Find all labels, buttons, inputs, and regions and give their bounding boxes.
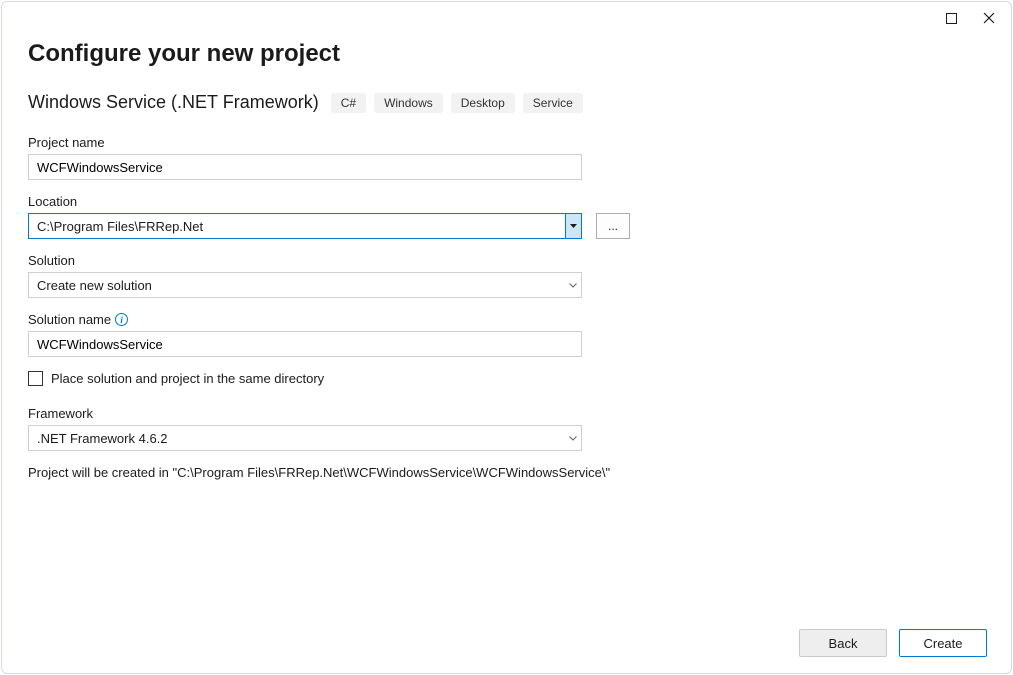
content-area: Configure your new project Windows Servi… bbox=[2, 36, 1011, 673]
framework-combo[interactable]: .NET Framework 4.6.2 bbox=[28, 425, 582, 451]
solution-name-label: Solution name i bbox=[28, 312, 985, 327]
close-button[interactable] bbox=[981, 10, 997, 26]
tag-desktop: Desktop bbox=[451, 93, 515, 113]
subheader: Windows Service (.NET Framework) C# Wind… bbox=[28, 92, 985, 113]
location-value: C:\Program Files\FRRep.Net bbox=[29, 219, 565, 234]
solution-group: Solution Create new solution bbox=[28, 253, 985, 298]
location-combo[interactable]: C:\Program Files\FRRep.Net bbox=[28, 213, 582, 239]
solution-combo[interactable]: Create new solution bbox=[28, 272, 582, 298]
solution-value: Create new solution bbox=[29, 278, 565, 293]
solution-name-group: Solution name i bbox=[28, 312, 985, 357]
maximize-button[interactable] bbox=[943, 10, 959, 26]
location-dropdown-button[interactable] bbox=[565, 214, 581, 238]
solution-name-label-text: Solution name bbox=[28, 312, 111, 327]
back-button[interactable]: Back bbox=[799, 629, 887, 657]
chevron-down-icon bbox=[569, 436, 577, 441]
page-title: Configure your new project bbox=[28, 40, 985, 68]
tag-service: Service bbox=[523, 93, 583, 113]
maximize-icon bbox=[946, 13, 957, 24]
template-tags: C# Windows Desktop Service bbox=[331, 93, 583, 113]
create-button[interactable]: Create bbox=[899, 629, 987, 657]
solution-name-input[interactable] bbox=[28, 331, 582, 357]
framework-dropdown-button[interactable] bbox=[565, 426, 581, 450]
creation-path-note: Project will be created in "C:\Program F… bbox=[28, 465, 985, 480]
browse-button[interactable]: ... bbox=[596, 213, 630, 239]
same-directory-checkbox[interactable] bbox=[28, 371, 43, 386]
framework-group: Framework .NET Framework 4.6.2 bbox=[28, 406, 985, 451]
dialog-window: Configure your new project Windows Servi… bbox=[1, 1, 1012, 674]
footer-buttons: Back Create bbox=[799, 629, 987, 657]
chevron-down-icon bbox=[569, 283, 577, 288]
framework-label: Framework bbox=[28, 406, 985, 421]
project-name-input[interactable] bbox=[28, 154, 582, 180]
close-icon bbox=[983, 12, 995, 24]
chevron-down-icon bbox=[570, 224, 577, 228]
same-directory-row: Place solution and project in the same d… bbox=[28, 371, 985, 386]
solution-label: Solution bbox=[28, 253, 985, 268]
project-name-label: Project name bbox=[28, 135, 985, 150]
info-icon[interactable]: i bbox=[115, 313, 128, 326]
location-label: Location bbox=[28, 194, 985, 209]
location-group: Location C:\Program Files\FRRep.Net ... bbox=[28, 194, 985, 239]
template-name: Windows Service (.NET Framework) bbox=[28, 92, 319, 113]
framework-value: .NET Framework 4.6.2 bbox=[29, 431, 565, 446]
tag-windows: Windows bbox=[374, 93, 443, 113]
solution-dropdown-button[interactable] bbox=[565, 273, 581, 297]
same-directory-label: Place solution and project in the same d… bbox=[51, 371, 324, 386]
tag-csharp: C# bbox=[331, 93, 366, 113]
titlebar bbox=[2, 2, 1011, 36]
project-name-group: Project name bbox=[28, 135, 985, 180]
